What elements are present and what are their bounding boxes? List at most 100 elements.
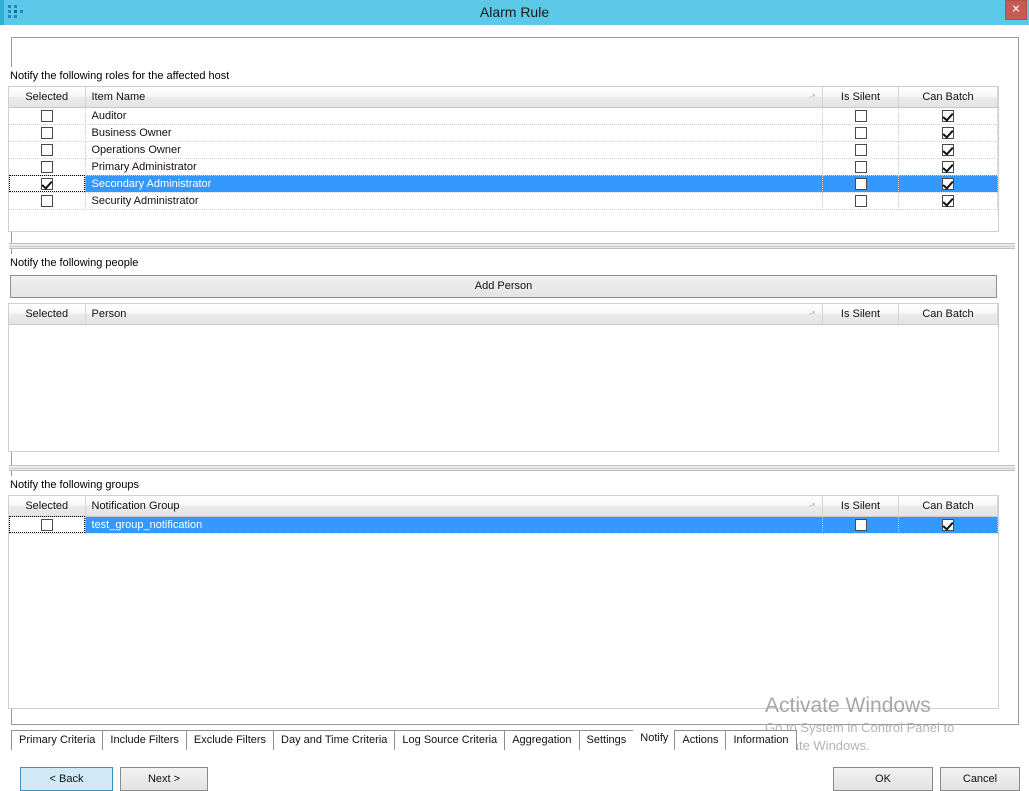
next-button[interactable]: Next > <box>120 767 208 791</box>
is-silent-checkbox[interactable] <box>855 144 867 156</box>
ok-button[interactable]: OK <box>833 767 933 791</box>
splitter-people-groups[interactable] <box>9 465 1015 471</box>
tab-include-filters[interactable]: Include Filters <box>102 730 186 750</box>
roles-section-label: Notify the following roles for the affec… <box>8 67 999 86</box>
selected-checkbox[interactable] <box>41 178 53 190</box>
column-header-is-silent[interactable]: Is Silent <box>823 304 899 324</box>
can-batch-checkbox[interactable] <box>942 195 954 207</box>
column-header-selected[interactable]: Selected <box>9 87 85 107</box>
row-can-batch-cell[interactable] <box>899 192 998 209</box>
column-header-person[interactable]: Person ↗ <box>85 304 823 324</box>
tab-settings[interactable]: Settings <box>579 730 635 750</box>
table-row[interactable]: Business Owner <box>9 124 998 141</box>
sort-ascending-icon: ↗ <box>807 307 818 320</box>
close-icon: ✕ <box>1011 5 1020 16</box>
tab-exclude-filters[interactable]: Exclude Filters <box>186 730 274 750</box>
row-is-silent-cell[interactable] <box>823 158 899 175</box>
table-row[interactable]: Operations Owner <box>9 141 998 158</box>
people-section: Notify the following people Add Person S… <box>8 254 999 452</box>
row-is-silent-cell[interactable] <box>823 192 899 209</box>
selected-checkbox[interactable] <box>41 161 53 173</box>
is-silent-checkbox[interactable] <box>855 161 867 173</box>
row-selected-cell[interactable] <box>9 107 85 124</box>
roles-grid-empty-area <box>8 210 999 232</box>
selected-checkbox[interactable] <box>41 110 53 122</box>
table-row[interactable]: Security Administrator <box>9 192 998 209</box>
tab-aggregation[interactable]: Aggregation <box>504 730 579 750</box>
row-can-batch-cell[interactable] <box>899 158 998 175</box>
is-silent-checkbox[interactable] <box>855 127 867 139</box>
column-header-can-batch[interactable]: Can Batch <box>899 304 998 324</box>
row-name-cell[interactable]: Auditor <box>85 107 823 124</box>
can-batch-checkbox[interactable] <box>942 144 954 156</box>
row-selected-cell[interactable] <box>9 158 85 175</box>
groups-grid: Selected Notification Group ↗ Is Silent … <box>8 495 999 534</box>
row-can-batch-cell[interactable] <box>899 175 998 192</box>
row-selected-cell[interactable] <box>9 192 85 209</box>
selected-checkbox[interactable] <box>41 519 53 531</box>
roles-grid-body: AuditorBusiness OwnerOperations OwnerPri… <box>9 107 998 209</box>
selected-checkbox[interactable] <box>41 195 53 207</box>
can-batch-checkbox[interactable] <box>942 127 954 139</box>
tab-actions[interactable]: Actions <box>674 730 726 750</box>
table-row[interactable]: Secondary Administrator <box>9 175 998 192</box>
tab-primary-criteria[interactable]: Primary Criteria <box>11 730 103 750</box>
is-silent-checkbox[interactable] <box>855 110 867 122</box>
back-button[interactable]: < Back <box>20 767 113 791</box>
row-is-silent-cell[interactable] <box>823 107 899 124</box>
column-header-selected[interactable]: Selected <box>9 496 85 516</box>
row-can-batch-cell[interactable] <box>899 107 998 124</box>
is-silent-checkbox[interactable] <box>855 178 867 190</box>
column-header-can-batch[interactable]: Can Batch <box>899 496 998 516</box>
can-batch-checkbox[interactable] <box>942 519 954 531</box>
tab-log-source-criteria[interactable]: Log Source Criteria <box>394 730 505 750</box>
tab-notify[interactable]: Notify <box>633 729 675 750</box>
people-grid-header-row: Selected Person ↗ Is Silent Can Batch <box>9 304 998 324</box>
groups-section: Notify the following groups Selected Not… <box>8 476 999 709</box>
column-header-can-batch[interactable]: Can Batch <box>899 87 998 107</box>
cancel-button[interactable]: Cancel <box>940 767 1020 791</box>
row-name-cell[interactable]: Business Owner <box>85 124 823 141</box>
column-header-selected[interactable]: Selected <box>9 304 85 324</box>
row-name-cell[interactable]: test_group_notification <box>85 516 823 533</box>
is-silent-checkbox[interactable] <box>855 195 867 207</box>
roles-grid-header-row: Selected Item Name ↗ Is Silent Can Batch <box>9 87 998 107</box>
row-can-batch-cell[interactable] <box>899 141 998 158</box>
row-is-silent-cell[interactable] <box>823 141 899 158</box>
column-header-is-silent[interactable]: Is Silent <box>823 87 899 107</box>
column-header-item-name[interactable]: Item Name ↗ <box>85 87 823 107</box>
table-row[interactable]: Auditor <box>9 107 998 124</box>
roles-section: Notify the following roles for the affec… <box>8 67 999 232</box>
row-is-silent-cell[interactable] <box>823 124 899 141</box>
row-name-cell[interactable]: Security Administrator <box>85 192 823 209</box>
row-is-silent-cell[interactable] <box>823 175 899 192</box>
row-selected-cell[interactable] <box>9 516 85 533</box>
row-name-cell[interactable]: Secondary Administrator <box>85 175 823 192</box>
table-row[interactable]: test_group_notification <box>9 516 998 533</box>
selected-checkbox[interactable] <box>41 127 53 139</box>
tab-information[interactable]: Information <box>725 730 796 750</box>
row-name-cell[interactable]: Primary Administrator <box>85 158 823 175</box>
selected-checkbox[interactable] <box>41 144 53 156</box>
row-is-silent-cell[interactable] <box>823 516 899 533</box>
column-header-notification-group[interactable]: Notification Group ↗ <box>85 496 823 516</box>
row-selected-cell[interactable] <box>9 141 85 158</box>
can-batch-checkbox[interactable] <box>942 110 954 122</box>
column-header-is-silent[interactable]: Is Silent <box>823 496 899 516</box>
add-person-button[interactable]: Add Person <box>10 275 997 298</box>
row-can-batch-cell[interactable] <box>899 516 998 533</box>
groups-grid-body: test_group_notification <box>9 516 998 533</box>
close-button[interactable]: ✕ <box>1005 0 1027 20</box>
is-silent-checkbox[interactable] <box>855 519 867 531</box>
table-row[interactable]: Primary Administrator <box>9 158 998 175</box>
splitter-roles-people[interactable] <box>9 243 1015 249</box>
row-selected-cell[interactable] <box>9 175 85 192</box>
can-batch-checkbox[interactable] <box>942 161 954 173</box>
people-grid-empty-area <box>8 325 999 452</box>
row-name-cell[interactable]: Operations Owner <box>85 141 823 158</box>
window-title: Alarm Rule <box>0 0 1029 25</box>
can-batch-checkbox[interactable] <box>942 178 954 190</box>
row-selected-cell[interactable] <box>9 124 85 141</box>
row-can-batch-cell[interactable] <box>899 124 998 141</box>
tab-day-and-time-criteria[interactable]: Day and Time Criteria <box>273 730 395 750</box>
